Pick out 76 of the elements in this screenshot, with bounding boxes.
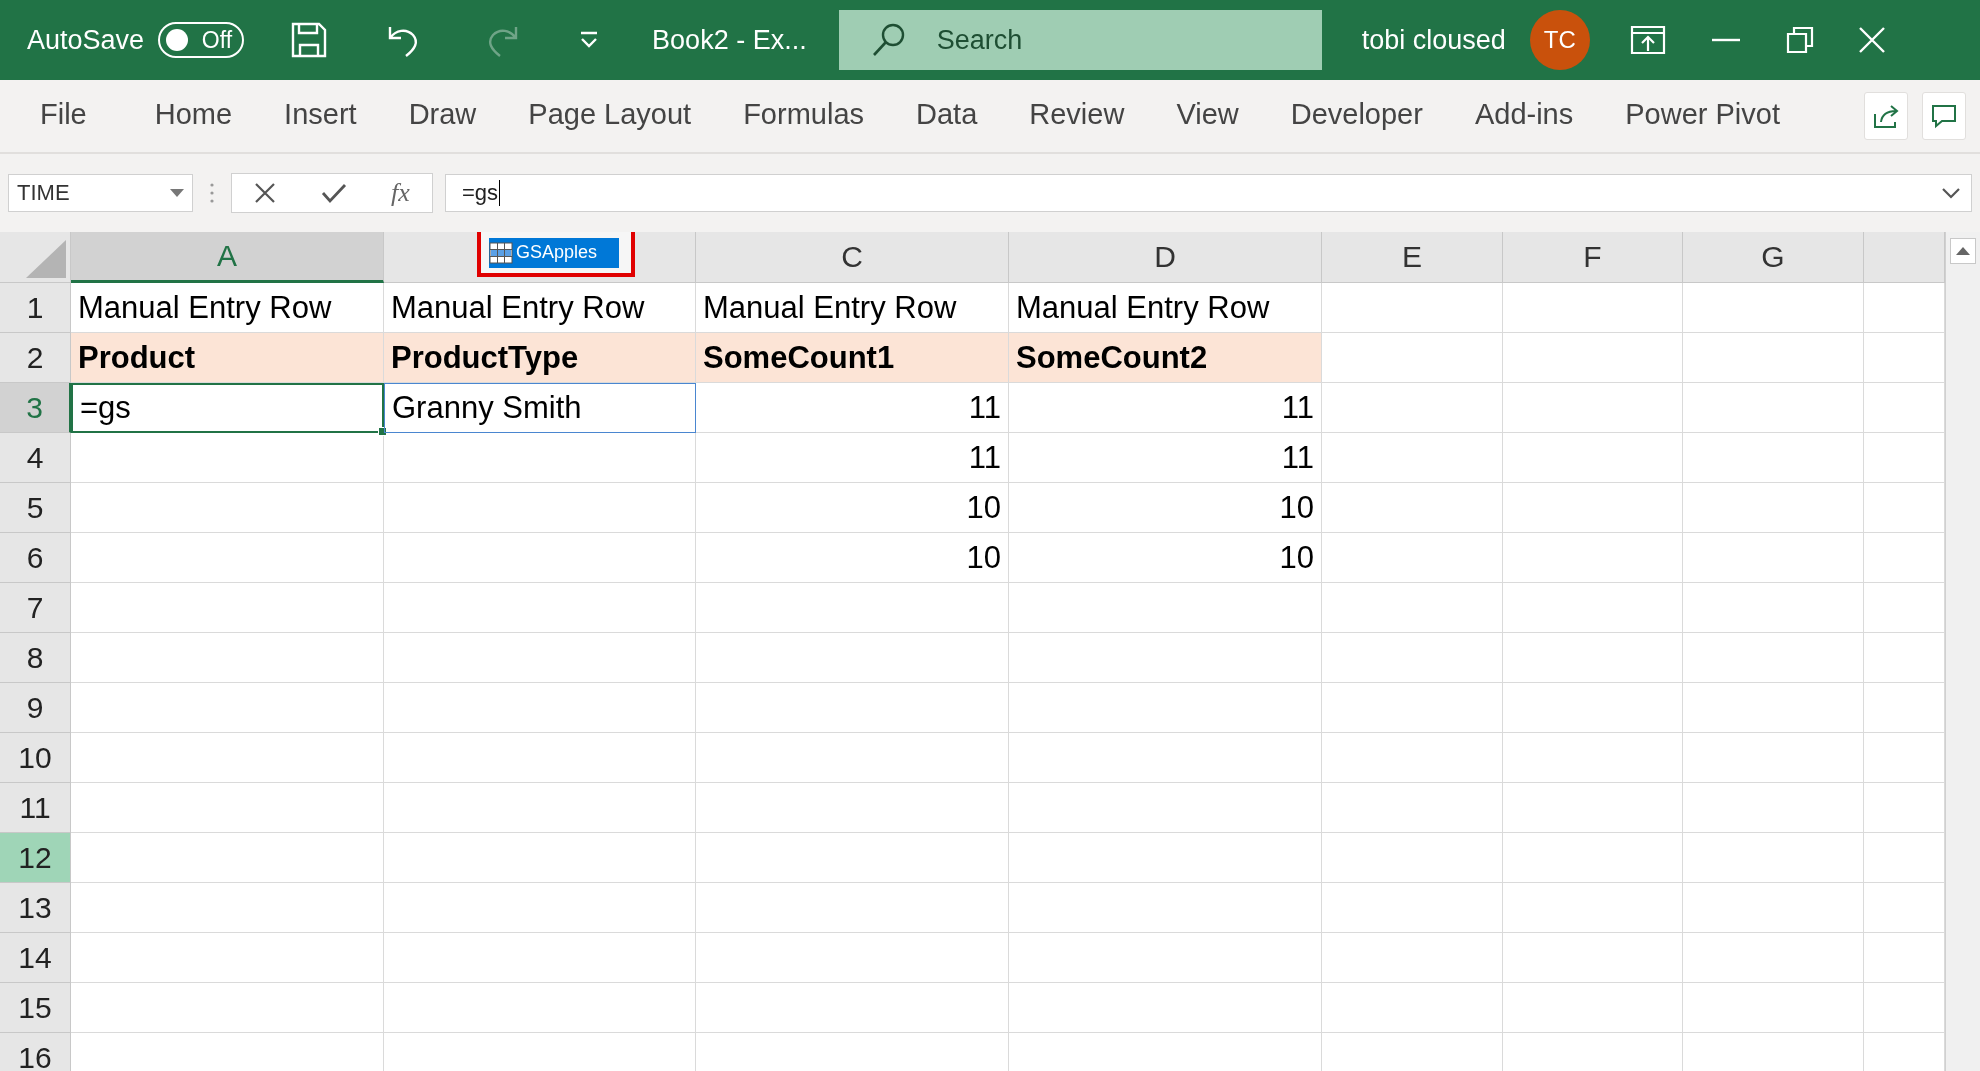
row-header[interactable]: 5 (0, 483, 71, 533)
ribbon-tab[interactable]: Draw (408, 98, 477, 134)
table-cell: 11 (696, 383, 1009, 433)
share-icon (1872, 102, 1900, 130)
row-header[interactable]: 3 (0, 383, 71, 433)
row-header[interactable]: 9 (0, 683, 71, 733)
row-header[interactable]: 13 (0, 883, 71, 933)
comment-icon (1930, 102, 1958, 130)
table-cell: 11 (1009, 433, 1322, 483)
row-header[interactable]: 10 (0, 733, 71, 783)
row-header[interactable]: 6 (0, 533, 71, 583)
restore-icon[interactable] (1785, 26, 1814, 54)
active-cell: =gs (71, 383, 384, 433)
ribbon-display-icon[interactable] (1629, 25, 1666, 55)
vertical-scrollbar[interactable] (1945, 232, 1980, 1071)
column-header[interactable]: D (1009, 232, 1322, 283)
name-box[interactable]: TIME (8, 174, 193, 212)
scroll-up-button[interactable] (1950, 238, 1976, 264)
document-title: Book2 - Ex... (652, 24, 807, 56)
column-header[interactable]: C (696, 232, 1009, 283)
ribbon-tab[interactable]: File (40, 98, 87, 134)
comments-button[interactable] (1922, 92, 1966, 140)
minimize-icon[interactable] (1711, 38, 1740, 42)
ribbon-tab[interactable]: Home (154, 98, 233, 134)
row-header[interactable]: 2 (0, 333, 71, 383)
share-button[interactable] (1864, 92, 1908, 140)
save-icon[interactable] (290, 21, 329, 59)
table-cell: 10 (696, 533, 1009, 583)
up-arrow-icon (1956, 247, 1970, 255)
table-cell: 10 (1009, 533, 1322, 583)
row-header[interactable]: 12 (0, 833, 71, 883)
row-header[interactable]: 1 (0, 283, 71, 333)
column-header[interactable]: G (1683, 232, 1864, 283)
row-header[interactable]: 11 (0, 783, 71, 833)
column-header[interactable]: F (1503, 232, 1683, 283)
ribbon-tab[interactable]: Data (916, 98, 978, 134)
check-icon[interactable] (320, 182, 347, 204)
search-icon (870, 22, 907, 58)
table-cell: Product (71, 333, 384, 383)
chevron-down-icon (1941, 187, 1961, 199)
table-icon (489, 241, 513, 264)
table-cell: 10 (696, 483, 1009, 533)
cancel-icon[interactable] (254, 182, 277, 204)
search-field[interactable]: Search (838, 10, 1322, 70)
autosave-toggle[interactable]: Off (158, 22, 245, 58)
row-header[interactable]: 7 (0, 583, 71, 633)
table-cell: SomeCount1 (696, 333, 1009, 383)
row-header[interactable]: 8 (0, 633, 71, 683)
table-cell: ProductType (384, 333, 696, 383)
autocomplete-item[interactable]: GSApples (489, 237, 619, 268)
table-cell: 11 (696, 433, 1009, 483)
ribbon-tab[interactable]: View (1176, 98, 1239, 134)
formula-input[interactable]: =gs (445, 174, 1972, 212)
table-cell: Granny Smith (384, 383, 696, 433)
user-avatar[interactable]: TC (1529, 10, 1590, 70)
autosave-label: AutoSave (27, 24, 145, 56)
ribbon-tab[interactable]: Page Layout (528, 98, 692, 134)
column-header[interactable]: A (71, 232, 384, 283)
ribbon-tab[interactable]: Add-ins (1474, 98, 1574, 134)
insert-function-button[interactable]: fx (391, 178, 410, 208)
row-header[interactable]: 15 (0, 983, 71, 1033)
close-icon[interactable] (1857, 26, 1886, 54)
ribbon-tab[interactable]: Review (1029, 98, 1125, 134)
caret-icon (170, 189, 184, 197)
ribbon-tab[interactable]: Power Pivot (1625, 98, 1780, 134)
ribbon-tab[interactable]: Insert (284, 98, 357, 134)
table-cell: 11 (1009, 383, 1322, 433)
row-header[interactable]: 14 (0, 933, 71, 983)
row-header[interactable]: 16 (0, 1033, 71, 1071)
column-header[interactable]: E (1322, 232, 1503, 283)
ribbon-tab[interactable]: Developer (1290, 98, 1423, 134)
table-cell: 10 (1009, 483, 1322, 533)
table-cell: SomeCount2 (1009, 333, 1322, 383)
row-header[interactable]: 4 (0, 433, 71, 483)
user-name[interactable]: tobi cloused (1361, 24, 1506, 56)
ribbon-tab[interactable]: Formulas (743, 98, 864, 134)
